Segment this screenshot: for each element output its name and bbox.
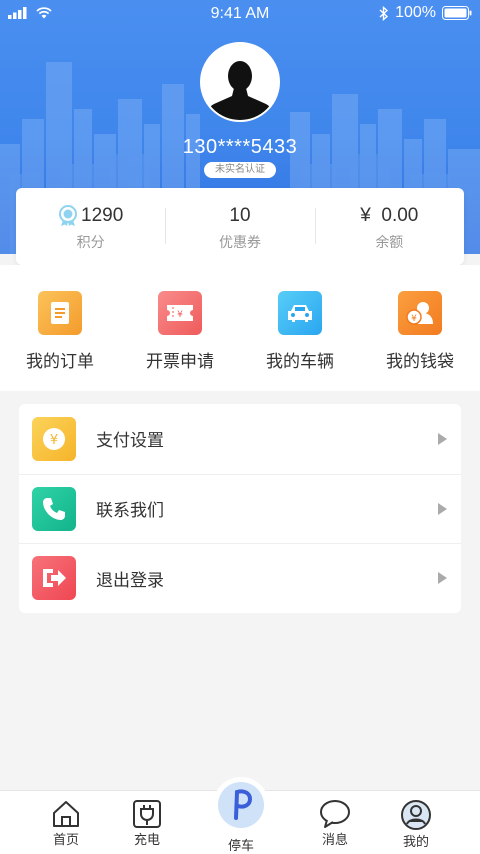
points-label: 积分 bbox=[76, 235, 105, 251]
tab-label-charge: 充电 bbox=[133, 833, 160, 848]
coupons-value: 10 bbox=[229, 205, 251, 226]
tab-home[interactable]: 首页 bbox=[36, 799, 96, 848]
tab-profile[interactable]: 我的 bbox=[386, 799, 446, 850]
quick-label-wallet: 我的钱袋 bbox=[386, 352, 454, 372]
logout-icon bbox=[32, 556, 76, 601]
quick-item-vehicles[interactable]: 我的车辆 bbox=[240, 265, 360, 391]
tab-label-parking: 停车 bbox=[227, 839, 254, 854]
avatar[interactable] bbox=[200, 42, 280, 122]
battery-percent: 100% bbox=[395, 4, 436, 21]
battery-icon bbox=[442, 6, 472, 20]
tab-label-profile: 我的 bbox=[402, 835, 429, 850]
phone-icon bbox=[32, 486, 76, 531]
chevron-right-icon bbox=[438, 572, 447, 585]
tab-parking[interactable] bbox=[216, 780, 266, 830]
coupons-label: 优惠券 bbox=[218, 235, 261, 251]
medal-icon bbox=[59, 205, 78, 226]
invoice-icon: ¥ bbox=[158, 291, 202, 335]
wallet-icon: ¥ bbox=[398, 291, 442, 335]
quick-actions: 我的订单 ¥ 开票申请 我的车辆 ¥ 我的钱袋 bbox=[0, 265, 480, 391]
menu-item-contact-us[interactable]: 联系我们 bbox=[19, 473, 461, 544]
quick-label-invoice: 开票申请 bbox=[146, 352, 214, 372]
phone-number: 130****5433 bbox=[182, 136, 298, 158]
points-value: 1290 bbox=[81, 205, 124, 226]
chevron-right-icon bbox=[438, 502, 447, 515]
menu-label-logout: 退出登录 bbox=[96, 570, 164, 591]
menu-item-logout[interactable]: 退出登录 bbox=[19, 543, 461, 613]
tab-message[interactable]: 消息 bbox=[305, 799, 365, 848]
home-icon bbox=[53, 801, 79, 827]
menu-label-payment-settings: 支付设置 bbox=[96, 431, 164, 452]
user-silhouette-icon bbox=[206, 61, 274, 120]
parking-icon bbox=[218, 782, 264, 828]
charge-icon bbox=[133, 800, 161, 828]
tab-label-home: 首页 bbox=[52, 833, 79, 848]
profile-icon bbox=[401, 800, 431, 830]
quick-item-orders[interactable]: 我的订单 bbox=[0, 265, 120, 391]
order-icon bbox=[38, 291, 82, 335]
stat-balance[interactable]: ¥ 0.00 余额 bbox=[314, 188, 464, 265]
chevron-right-icon bbox=[438, 432, 447, 445]
payment-icon: ¥ bbox=[32, 416, 76, 461]
quick-label-vehicles: 我的车辆 bbox=[266, 352, 334, 372]
menu-label-contact-us: 联系我们 bbox=[96, 501, 164, 522]
quick-label-orders: 我的订单 bbox=[26, 352, 94, 372]
tab-label-parking-wrap: 停车 bbox=[211, 835, 271, 854]
car-icon bbox=[278, 291, 322, 335]
account-stats-card: 1290 积分 10 优惠券 ¥ 0.00 余额 bbox=[16, 188, 464, 265]
stat-points[interactable]: 1290 积分 bbox=[16, 188, 165, 265]
balance-label: 余额 bbox=[375, 235, 404, 251]
tab-charge[interactable]: 充电 bbox=[117, 799, 177, 848]
tab-label-message: 消息 bbox=[321, 833, 348, 848]
stat-coupons[interactable]: 10 优惠券 bbox=[165, 188, 314, 265]
quick-item-wallet[interactable]: ¥ 我的钱袋 bbox=[360, 265, 480, 391]
bluetooth-icon bbox=[379, 5, 389, 21]
svg-text:¥: ¥ bbox=[411, 314, 417, 324]
balance-value: ¥ 0.00 bbox=[360, 205, 419, 226]
svg-text:¥: ¥ bbox=[50, 433, 58, 448]
svg-text:¥: ¥ bbox=[177, 310, 183, 320]
message-icon bbox=[320, 800, 350, 828]
settings-menu: ¥ 支付设置 联系我们 退出登录 bbox=[19, 404, 461, 613]
quick-item-invoice[interactable]: ¥ 开票申请 bbox=[120, 265, 240, 391]
status-bar: 9:41 AM 100% bbox=[0, 0, 480, 28]
menu-item-payment-settings[interactable]: ¥ 支付设置 bbox=[19, 404, 461, 474]
verify-status-badge[interactable]: 未实名认证 bbox=[204, 162, 276, 178]
